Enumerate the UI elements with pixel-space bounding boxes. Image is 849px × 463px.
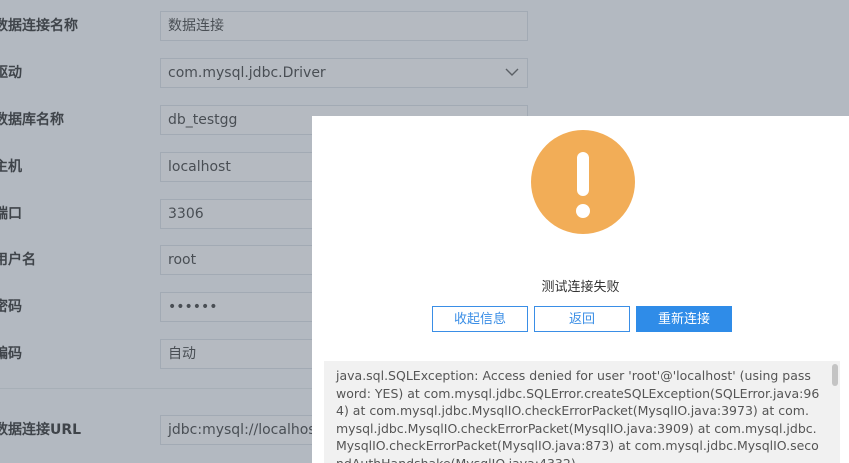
exclamation-icon: [576, 152, 590, 218]
connection-test-dialog: 测试连接失败 收起信息 返回 重新连接 java.sql.SQLExceptio…: [312, 116, 849, 463]
reconnect-button[interactable]: 重新连接: [636, 306, 732, 332]
warning-icon: [531, 130, 635, 234]
scrollbar-thumb[interactable]: [832, 364, 838, 386]
collapse-info-button[interactable]: 收起信息: [432, 306, 528, 332]
back-button[interactable]: 返回: [534, 306, 630, 332]
error-details-text: java.sql.SQLException: Access denied for…: [336, 368, 820, 463]
error-details-scrollbar[interactable]: [830, 361, 840, 463]
dialog-message: 测试连接失败: [541, 280, 620, 295]
error-details-box[interactable]: java.sql.SQLException: Access denied for…: [324, 361, 840, 463]
